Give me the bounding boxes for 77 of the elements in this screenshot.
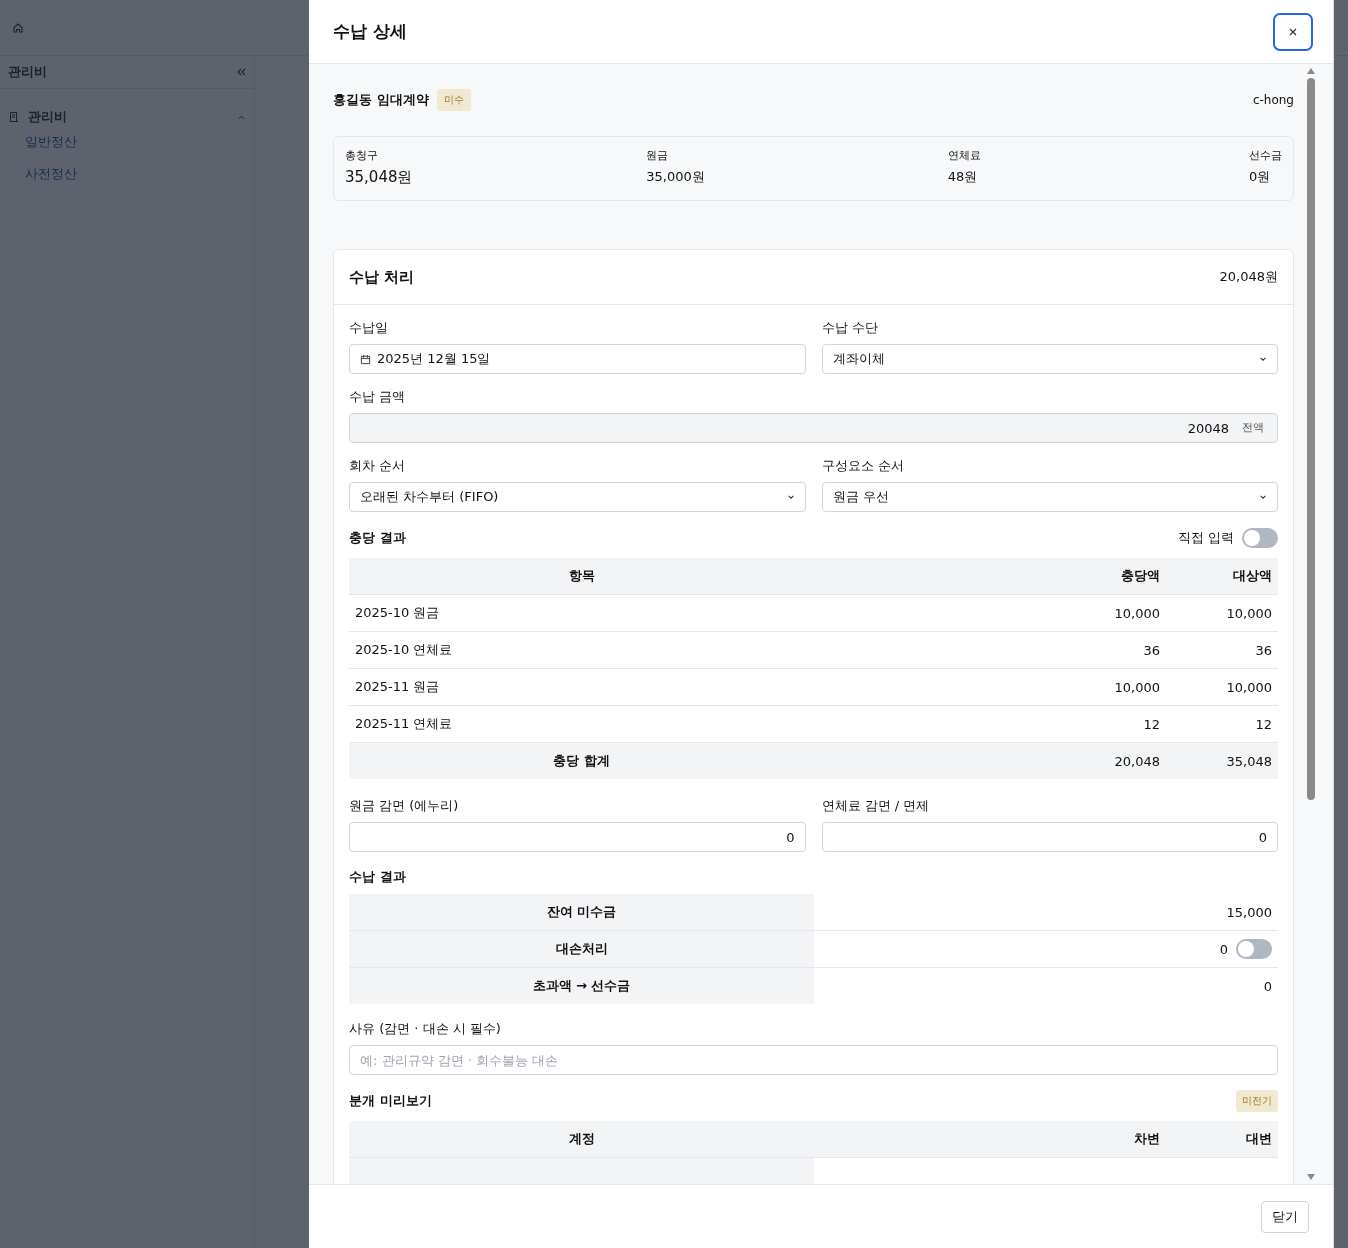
result-value: 0 bbox=[1219, 941, 1228, 957]
column-header: 계정 bbox=[567, 1130, 596, 1148]
contract-name: 홍길동 임대계약 bbox=[333, 91, 429, 109]
field-label: 원금 감면 (에누리) bbox=[349, 797, 460, 813]
close-icon bbox=[1288, 26, 1298, 37]
table-cell-text: 36 bbox=[1254, 642, 1273, 658]
table-cell-text: 36 bbox=[1142, 642, 1161, 658]
summary-value: 48원 bbox=[947, 168, 979, 186]
summary-label: 선수금 bbox=[1249, 148, 1282, 163]
table-cell-text: 10,000 bbox=[1225, 605, 1273, 621]
table-cell-text: 35,048 bbox=[1225, 753, 1273, 769]
drawer-title: 수납 상세 bbox=[333, 20, 407, 43]
discount-field[interactable]: 0 bbox=[349, 822, 806, 852]
calendar-icon bbox=[360, 353, 371, 365]
subsection-title: 분개 미리보기 bbox=[349, 1092, 433, 1110]
receipt-icon bbox=[8, 111, 20, 123]
home-icon[interactable] bbox=[12, 21, 24, 34]
status-badge: 미전기 bbox=[1236, 1090, 1278, 1112]
field-label: 구성요소 순서 bbox=[821, 457, 905, 473]
table-cell-text: 10,000 bbox=[1225, 679, 1273, 695]
summary-value: 35,000원 bbox=[646, 168, 706, 186]
chevron-down-icon bbox=[1259, 355, 1267, 363]
sidebar-title: 관리비 bbox=[8, 63, 47, 81]
field-label: 회차 순서 bbox=[349, 457, 407, 473]
full-amount-button[interactable]: 전액 bbox=[1242, 420, 1264, 435]
summary-value: 0원 bbox=[1249, 168, 1272, 186]
bad-debt-toggle[interactable] bbox=[1236, 939, 1272, 959]
field-label: 연체료 감면 / 면제 bbox=[821, 797, 931, 813]
payment-total: 20,048원 bbox=[1219, 268, 1278, 286]
discount-field[interactable]: 0 bbox=[821, 822, 1278, 852]
scroll-down-arrow-icon[interactable] bbox=[1306, 1174, 1315, 1180]
field-label: 수납일 bbox=[349, 319, 389, 335]
summary-label: 연체료 bbox=[947, 148, 982, 163]
column-header: 대변 bbox=[1245, 1130, 1273, 1148]
table-cell-text: 2025-11 연체료 bbox=[354, 715, 454, 733]
table-cell-text: 2025-10 원금 bbox=[354, 604, 441, 622]
date-field[interactable]: 2025년 12월 15일 bbox=[349, 344, 806, 374]
result-value: 15,000 bbox=[1226, 904, 1272, 920]
round-order-select[interactable]: 오래된 차수부터 (FIFO) bbox=[349, 482, 806, 512]
subsection-title: 수납 결과 bbox=[349, 868, 407, 886]
summary-value: 35,048원 bbox=[345, 168, 414, 187]
table-cell-text: 10,000 bbox=[1113, 679, 1161, 695]
column-header: 차변 bbox=[1133, 1130, 1161, 1148]
collapse-icon[interactable] bbox=[236, 67, 246, 77]
component-order-select[interactable]: 원금 우선 bbox=[821, 482, 1278, 512]
subsection-title: 충당 결과 bbox=[349, 529, 407, 547]
table-cell-text: 10,000 bbox=[1113, 605, 1161, 621]
user-id: c-hong bbox=[1252, 93, 1294, 107]
column-header: 대상액 bbox=[1232, 567, 1273, 585]
summary-label: 총청구 bbox=[345, 148, 379, 163]
table-cell-text: 2025-10 연체료 bbox=[354, 641, 454, 659]
field-label: 사유 (감면 · 대손 시 필수) bbox=[349, 1020, 502, 1036]
chevron-down-icon bbox=[1259, 493, 1267, 501]
column-header: 항목 bbox=[567, 567, 596, 585]
close-footer-button[interactable]: 닫기 bbox=[1261, 1200, 1309, 1233]
reason-field[interactable]: 예: 관리규약 감면 · 회수불능 대손 bbox=[349, 1045, 1278, 1075]
column-header: 충당액 bbox=[1120, 567, 1161, 585]
total-label: 충당 합계 bbox=[552, 752, 611, 770]
table-cell-text: 12 bbox=[1254, 716, 1273, 732]
summary-label: 원금 bbox=[646, 148, 670, 163]
table-cell-text: 12 bbox=[1142, 716, 1161, 732]
chevron-down-icon bbox=[786, 493, 795, 501]
result-label: 대손처리 bbox=[349, 931, 814, 967]
result-label: 초과액 → 선수금 bbox=[349, 968, 814, 1004]
scroll-up-arrow-icon[interactable] bbox=[1306, 68, 1315, 74]
table-cell-text: 2025-11 원금 bbox=[354, 678, 441, 696]
status-badge: 미수 bbox=[436, 89, 471, 111]
table-cell-text: 20,048 bbox=[1113, 753, 1161, 769]
method-select[interactable]: 계좌이체 bbox=[821, 344, 1278, 374]
close-button[interactable] bbox=[1273, 12, 1313, 51]
manual-input-toggle[interactable] bbox=[1242, 528, 1278, 548]
section-title: 수납 처리 bbox=[349, 267, 415, 287]
result-value: 0 bbox=[1263, 978, 1272, 994]
field-label: 수납 금액 bbox=[349, 388, 407, 404]
toggle-label: 직접 입력 bbox=[1177, 529, 1234, 547]
field-label: 수납 수단 bbox=[821, 319, 879, 335]
result-label: 잔여 미수금 bbox=[349, 894, 814, 930]
